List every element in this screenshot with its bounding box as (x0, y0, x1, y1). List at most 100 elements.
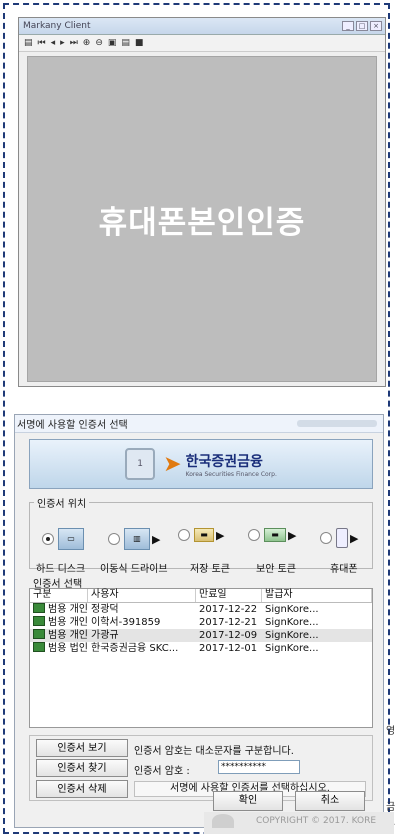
radio-removable[interactable] (108, 533, 120, 545)
last-page-icon[interactable]: ⏭ (70, 38, 78, 48)
zoom-in-icon[interactable]: ⊕ (83, 38, 91, 48)
ok-button[interactable]: 확인 (213, 791, 283, 811)
arrow-logo-icon: ➤ (163, 451, 182, 477)
find-cert-button[interactable]: 인증서 찾기 (36, 759, 128, 777)
device-storage-token[interactable]: ▬ ▶ (178, 528, 224, 542)
cell-issuer: SignKore... (265, 643, 319, 654)
overlay-title: 휴대폰본인인증 (98, 204, 306, 241)
footer-strip: COPYRIGHT © 2017. KORE (204, 812, 394, 834)
location-group: 인증서 위치 ▭ ▥ ▶ ▬ ▶ ▬ ▶ ▶ 하드 디스크 이동식 드라이브 저… (29, 495, 373, 575)
device-labels: 하드 디스크 이동식 드라이브 저장 토큰 보안 토큰 휴대폰 (30, 560, 372, 575)
cell-issuer: SignKore... (265, 630, 319, 641)
table-row[interactable]: 범용 개인 이학서-391859 2017-12-21 SignKore... (30, 616, 372, 629)
radio-phone[interactable] (320, 532, 332, 544)
cell-type: 범용 개인 (48, 630, 88, 641)
label-harddisk: 하드 디스크 (36, 564, 86, 575)
cell-user: 정광덕 (91, 604, 119, 615)
lock-icon: 1 (125, 448, 156, 480)
brand-logo: 한국증권금융 Korea Securities Finance Corp. (186, 451, 277, 478)
expand-arrow-icon[interactable]: ▶ (152, 533, 160, 546)
radio-harddisk[interactable] (42, 533, 54, 545)
print-icon[interactable]: ▤ (121, 38, 130, 48)
cell-type: 범용 개인 (48, 604, 88, 615)
window-controls: _ □ × (342, 21, 385, 31)
table-row[interactable]: 범용 개인 가광규 2017-12-09 SignKore... (30, 629, 372, 642)
certificate-icon (33, 629, 45, 639)
certificate-icon (33, 616, 45, 626)
label-security-token: 보안 토큰 (256, 564, 296, 575)
cell-expiry: 2017-12-22 (199, 604, 258, 615)
cell-expiry: 2017-12-21 (199, 617, 258, 628)
certificate-icon (33, 603, 45, 613)
label-removable: 이동식 드라이브 (100, 564, 168, 575)
logo-icon (212, 814, 234, 828)
copyright-text: COPYRIGHT © 2017. KORE (256, 816, 377, 826)
brand-name: 한국증권금융 (185, 453, 263, 470)
brand-banner: 1 ➤ 한국증권금융 Korea Securities Finance Corp… (29, 439, 373, 489)
certificate-list: 구분 사용자 만료일 발급자 범용 개인 정광덕 2017-12-22 Sign… (29, 588, 373, 728)
password-label: 인증서 암호 : (134, 766, 190, 777)
viewer-toolbar: ▤ ⏮ ◂ ▸ ⏭ ⊕ ⊖ ▣ ▤ ■ (19, 35, 385, 52)
col-type[interactable]: 구분 (30, 589, 88, 602)
storage-token-icon: ▬ (194, 528, 214, 542)
radio-storage-token[interactable] (178, 529, 190, 541)
next-page-icon[interactable]: ▸ (60, 38, 65, 48)
cancel-button[interactable]: 취소 (295, 791, 365, 811)
cell-issuer: SignKore... (265, 604, 319, 615)
view-cert-button[interactable]: 인증서 보기 (36, 739, 128, 757)
table-row[interactable]: 범용 법인 한국증권금융 SKC... 2017-12-01 SignKore.… (30, 642, 372, 655)
col-expiry[interactable]: 만료일 (196, 589, 262, 602)
cell-user: 한국증권금융 SKC... (91, 643, 179, 654)
stop-icon[interactable]: ■ (135, 38, 144, 48)
phone-icon (336, 528, 348, 548)
cell-type: 범용 개인 (48, 617, 88, 628)
viewer-title: Markany Client (23, 21, 91, 31)
location-legend: 인증서 위치 (37, 499, 87, 510)
label-phone: 휴대폰 (330, 564, 358, 575)
radio-security-token[interactable] (248, 529, 260, 541)
cell-expiry: 2017-12-09 (199, 630, 258, 641)
security-token-icon: ▬ (264, 528, 286, 542)
cell-user: 가광규 (91, 630, 119, 641)
delete-cert-button[interactable]: 인증서 삭제 (36, 780, 128, 798)
col-issuer[interactable]: 발급자 (262, 589, 372, 602)
zoom-out-icon[interactable]: ⊖ (95, 38, 103, 48)
dialog-titlebar: 서명에 사용할 인증서 선택 (15, 415, 383, 433)
expand-arrow-icon[interactable]: ▶ (288, 529, 296, 542)
cell-type: 범용 법인 (48, 643, 88, 654)
prev-page-icon[interactable]: ◂ (51, 38, 56, 48)
fit-page-icon[interactable]: ▣ (108, 38, 117, 48)
certificate-icon (33, 642, 45, 652)
case-hint: 인증서 암호는 대소문자를 구분합니다. (134, 746, 294, 757)
minimize-icon[interactable]: _ (342, 21, 354, 31)
dialog-title: 서명에 사용할 인증서 선택 (17, 420, 128, 431)
viewer-canvas: 휴대폰본인인증 (27, 56, 377, 382)
titlebar-blur (297, 420, 377, 427)
device-options: ▭ ▥ ▶ ▬ ▶ ▬ ▶ ▶ (30, 528, 372, 556)
computer-icon: ▭ (58, 528, 84, 550)
password-field[interactable]: ********** (218, 760, 300, 774)
cell-expiry: 2017-12-01 (199, 643, 258, 654)
expand-arrow-icon[interactable]: ▶ (350, 532, 358, 545)
cell-user: 이학서-391859 (91, 617, 161, 628)
device-phone[interactable]: ▶ (320, 528, 358, 548)
device-security-token[interactable]: ▬ ▶ (248, 528, 296, 542)
viewer-window: Markany Client _ □ × ▤ ⏮ ◂ ▸ ⏭ ⊕ ⊖ ▣ ▤ ■… (18, 17, 386, 387)
expand-arrow-icon[interactable]: ▶ (216, 529, 224, 542)
background-text: 영 (386, 726, 395, 737)
menu-icon[interactable]: ▤ (24, 38, 33, 48)
brand-english: Korea Securities Finance Corp. (185, 470, 277, 478)
device-harddisk[interactable]: ▭ (42, 528, 84, 550)
device-removable[interactable]: ▥ ▶ (108, 528, 160, 550)
close-icon[interactable]: × (370, 21, 382, 31)
col-user[interactable]: 사용자 (88, 589, 196, 602)
certificate-dialog: 서명에 사용할 인증서 선택 1 ➤ 한국증권금융 Korea Securiti… (14, 414, 384, 828)
list-header: 구분 사용자 만료일 발급자 (30, 589, 372, 603)
first-page-icon[interactable]: ⏮ (38, 38, 46, 48)
maximize-icon[interactable]: □ (356, 21, 368, 31)
table-row[interactable]: 범용 개인 정광덕 2017-12-22 SignKore... (30, 603, 372, 616)
label-storage-token: 저장 토큰 (190, 564, 230, 575)
viewer-titlebar: Markany Client _ □ × (19, 18, 385, 35)
cell-issuer: SignKore... (265, 617, 319, 628)
usb-drive-icon: ▥ (124, 528, 150, 550)
